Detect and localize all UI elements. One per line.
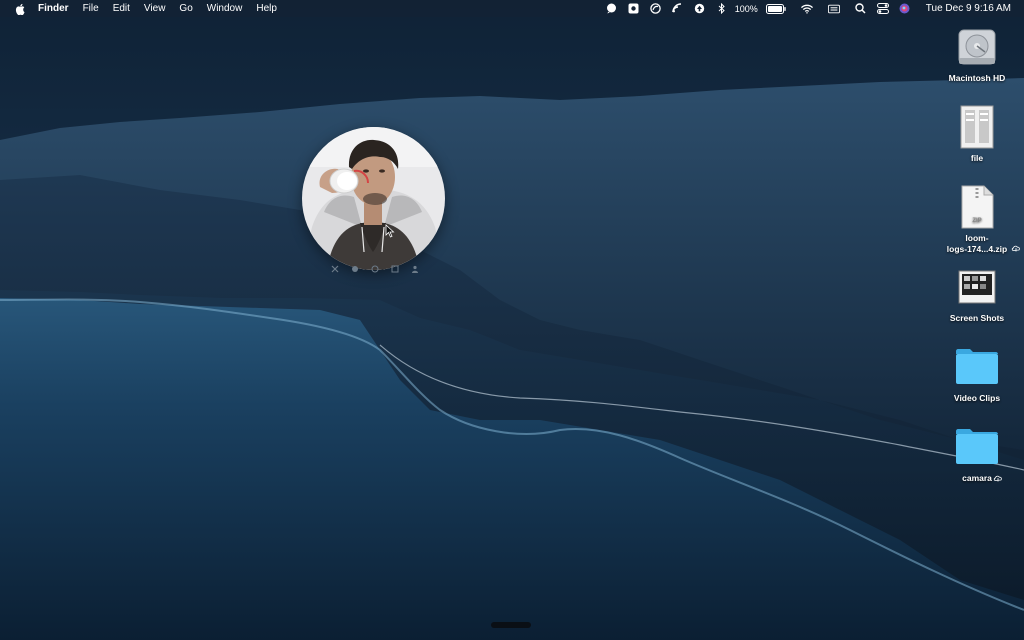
battery-icon[interactable] (765, 3, 786, 15)
folder-icon (953, 424, 1001, 470)
desktop-wallpaper (0, 0, 1024, 640)
menu-window[interactable]: Window (207, 0, 243, 17)
document-icon (953, 104, 1001, 150)
desktop-icon-label: Video Clips (953, 393, 1001, 403)
desktop-icon-camara[interactable]: camara (937, 424, 1017, 484)
person-icon[interactable] (410, 264, 420, 274)
apple-menu-icon[interactable] (13, 0, 27, 17)
search-icon[interactable] (855, 3, 867, 15)
backup-icon[interactable] (694, 3, 706, 15)
menu-view[interactable]: View (144, 0, 166, 17)
screenshots-folder-icon (953, 264, 1001, 310)
bluetooth-icon[interactable] (716, 3, 728, 15)
camera-bubble-controls (330, 263, 420, 275)
mouse-cursor-icon (385, 224, 395, 238)
siri-icon[interactable] (899, 3, 911, 15)
desktop-icon-file[interactable]: file (937, 104, 1017, 164)
desktop-icon-label: Macintosh HD (948, 73, 1006, 83)
desktop-icon-label-line2: logs-174...4.zip (946, 244, 1008, 254)
screen-icon[interactable] (628, 3, 640, 15)
desktop-icon-loom-logs-zip[interactable]: ZIP loom- logs-174...4.zip (937, 184, 1020, 255)
battery-percent: 100% (734, 3, 758, 14)
hard-drive-icon (953, 24, 1001, 70)
desktop-icon-screen-shots[interactable]: Screen Shots (937, 264, 1017, 324)
desktop-icon-label-line1: loom- (965, 233, 989, 243)
folder-icon (953, 344, 1001, 390)
icloud-download-icon[interactable] (993, 474, 1003, 485)
resize-icon[interactable] (390, 264, 400, 274)
desktop-icon-video-clips[interactable]: Video Clips (937, 344, 1017, 404)
menu-go[interactable]: Go (179, 0, 192, 17)
effects-icon[interactable] (350, 264, 360, 274)
camera-bubble[interactable] (302, 127, 445, 270)
airplay-icon[interactable] (672, 3, 684, 15)
menu-edit[interactable]: Edit (113, 0, 130, 17)
webcam-feed (302, 127, 445, 270)
close-icon[interactable] (330, 264, 340, 274)
chat-icon[interactable] (606, 3, 618, 15)
menu-clock[interactable]: Tue Dec 9 9:16 AM (926, 3, 1011, 14)
icloud-download-icon[interactable] (1011, 244, 1021, 255)
menu-app-name[interactable]: Finder (38, 0, 69, 17)
wifi-icon[interactable] (800, 3, 813, 15)
desktop-icon-macintosh-hd[interactable]: Macintosh HD (937, 24, 1017, 84)
record-icon[interactable] (370, 264, 380, 274)
desktop-icon-label: file (970, 153, 984, 163)
menu-bar: Finder File Edit View Go Window Help 100… (0, 0, 1024, 17)
control-center-icon[interactable] (876, 3, 889, 15)
menu-file[interactable]: File (83, 0, 99, 17)
menu-help[interactable]: Help (256, 0, 277, 17)
desktop-icon-label: Screen Shots (949, 313, 1005, 323)
zip-file-icon: ZIP (953, 184, 1001, 230)
svg-text:ZIP: ZIP (972, 218, 981, 224)
keyboard-icon[interactable] (827, 3, 840, 15)
loom-icon[interactable] (650, 3, 662, 15)
home-indicator (491, 622, 531, 628)
desktop-icon-label: camara (962, 473, 992, 483)
